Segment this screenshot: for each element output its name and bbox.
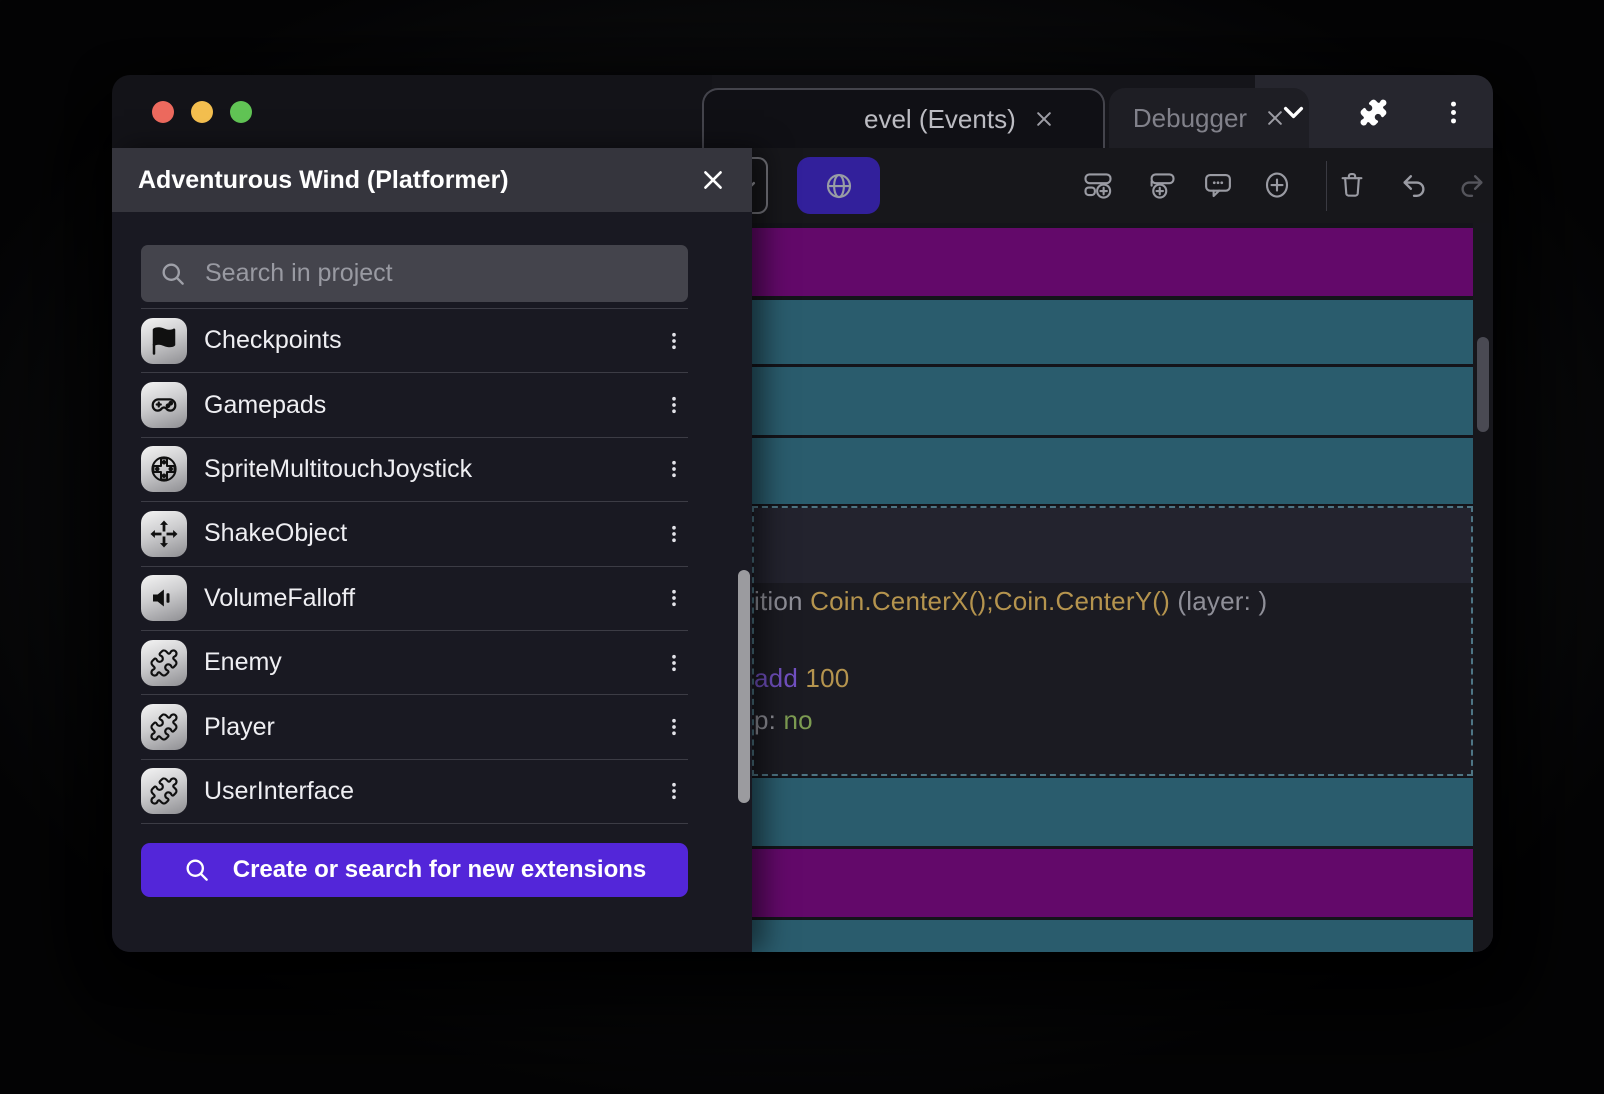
list-item-userinterface[interactable]: UserInterface	[141, 760, 688, 824]
add-subevent-icon[interactable]	[1146, 170, 1176, 200]
globe-icon	[824, 171, 854, 201]
speaker-icon	[149, 583, 179, 613]
kebab-menu-icon[interactable]	[664, 588, 684, 608]
events-sheet: ition Coin.CenterX();Coin.CenterY() (lay…	[712, 223, 1493, 952]
search-icon	[159, 260, 187, 288]
list-item-shakeobject[interactable]: ShakeObject	[141, 502, 688, 566]
tab-label: Debugger	[1133, 103, 1247, 134]
project-manager-header: Adventurous Wind (Platformer)	[112, 148, 752, 212]
puzzle-icon	[149, 648, 179, 678]
list-item-gamepads[interactable]: Gamepads	[141, 373, 688, 437]
event-row[interactable]	[752, 849, 1473, 917]
app-window: evel (Events) Debugger	[112, 75, 1493, 952]
redo-icon[interactable]	[1457, 170, 1487, 200]
operator-text: add	[754, 663, 805, 693]
kebab-menu-icon[interactable]	[664, 395, 684, 415]
list-item-label: VolumeFalloff	[204, 584, 647, 613]
action-text: ition	[754, 586, 810, 616]
events-toolbar	[712, 148, 1493, 223]
add-more-icon[interactable]	[1262, 170, 1292, 200]
kebab-menu-icon[interactable]	[664, 331, 684, 351]
action-text: (layer: )	[1170, 586, 1267, 616]
create-extension-label: Create or search for new extensions	[233, 856, 646, 884]
list-item-label: Player	[204, 713, 647, 742]
expression-text: Coin.CenterY()	[994, 586, 1170, 616]
list-item-volumefalloff[interactable]: VolumeFalloff	[141, 567, 688, 631]
minimize-window-button[interactable]	[191, 101, 213, 123]
project-title: Adventurous Wind (Platformer)	[138, 166, 509, 195]
puzzle-icon	[149, 712, 179, 742]
add-comment-icon[interactable]	[1203, 170, 1233, 200]
extensions-list: Checkpoints Gamepads SpriteMultitouchJoy…	[141, 308, 688, 824]
add-event-icon[interactable]	[1083, 170, 1113, 200]
list-item-label: ShakeObject	[204, 519, 647, 548]
search-icon	[183, 856, 211, 884]
panel-scrollbar-thumb[interactable]	[738, 570, 750, 803]
event-row[interactable]	[752, 367, 1473, 435]
event-action-line[interactable]: p: no	[754, 705, 813, 736]
project-search[interactable]	[141, 245, 688, 302]
close-icon[interactable]	[700, 167, 726, 193]
global-events-button[interactable]	[797, 157, 880, 214]
chevron-down-icon[interactable]	[1280, 99, 1307, 126]
list-item-label: SpriteMultitouchJoystick	[204, 455, 647, 484]
events-scrollbar-track[interactable]	[1473, 223, 1493, 952]
move-arrows-icon	[149, 519, 179, 549]
event-row[interactable]	[752, 228, 1473, 296]
list-item-player[interactable]: Player	[141, 695, 688, 759]
expression-text: Coin.CenterX()	[810, 586, 986, 616]
kebab-menu-icon[interactable]	[664, 717, 684, 737]
param-text: p:	[754, 705, 784, 735]
list-item-label: Enemy	[204, 648, 647, 677]
undo-icon[interactable]	[1399, 170, 1429, 200]
event-row[interactable]	[752, 300, 1473, 364]
value-text: no	[784, 705, 813, 735]
kebab-menu-icon[interactable]	[664, 781, 684, 801]
create-extension-button[interactable]: Create or search for new extensions	[141, 843, 688, 897]
tab-label: evel (Events)	[864, 104, 1016, 135]
event-conditions[interactable]	[754, 508, 1471, 583]
event-action-line[interactable]: ition Coin.CenterX();Coin.CenterY() (lay…	[754, 586, 1267, 617]
list-item-label: UserInterface	[204, 777, 647, 806]
events-rows: ition Coin.CenterX();Coin.CenterY() (lay…	[752, 223, 1473, 952]
value-text: 100	[805, 663, 849, 693]
list-item-checkpoints[interactable]: Checkpoints	[141, 309, 688, 373]
search-input[interactable]	[203, 258, 670, 289]
zoom-window-button[interactable]	[230, 101, 252, 123]
list-item-label: Gamepads	[204, 391, 647, 420]
project-manager-panel: Adventurous Wind (Platformer) Checkpoint…	[112, 148, 752, 952]
tab-level-events[interactable]: evel (Events)	[702, 88, 1105, 148]
gamepad-icon	[149, 390, 179, 420]
kebab-menu-icon[interactable]	[664, 524, 684, 544]
toolbar-divider	[1326, 161, 1327, 211]
kebab-menu-icon[interactable]	[664, 653, 684, 673]
tab-bar: evel (Events) Debugger	[712, 75, 1493, 148]
puzzle-icon	[149, 776, 179, 806]
tab-debugger[interactable]: Debugger	[1109, 88, 1309, 148]
close-window-button[interactable]	[152, 101, 174, 123]
list-item-label: Checkpoints	[204, 326, 647, 355]
separator-text: ;	[986, 586, 993, 616]
event-action-line[interactable]: add 100	[754, 663, 849, 694]
trash-icon[interactable]	[1337, 170, 1367, 200]
selected-event[interactable]	[752, 506, 1473, 776]
event-row[interactable]	[752, 778, 1473, 846]
kebab-menu-icon[interactable]	[1440, 99, 1467, 126]
kebab-menu-icon[interactable]	[664, 459, 684, 479]
close-tab-icon[interactable]	[1034, 109, 1054, 129]
puzzle-icon[interactable]	[1358, 97, 1389, 128]
event-row[interactable]	[752, 438, 1473, 504]
flag-icon	[149, 326, 179, 356]
list-item-spritemultitouchjoystick[interactable]: SpriteMultitouchJoystick	[141, 438, 688, 502]
event-row[interactable]	[752, 920, 1473, 952]
events-scrollbar-thumb[interactable]	[1477, 337, 1489, 432]
joystick-icon	[149, 454, 179, 484]
list-item-enemy[interactable]: Enemy	[141, 631, 688, 695]
screenshot-stage: evel (Events) Debugger	[0, 0, 1604, 1094]
